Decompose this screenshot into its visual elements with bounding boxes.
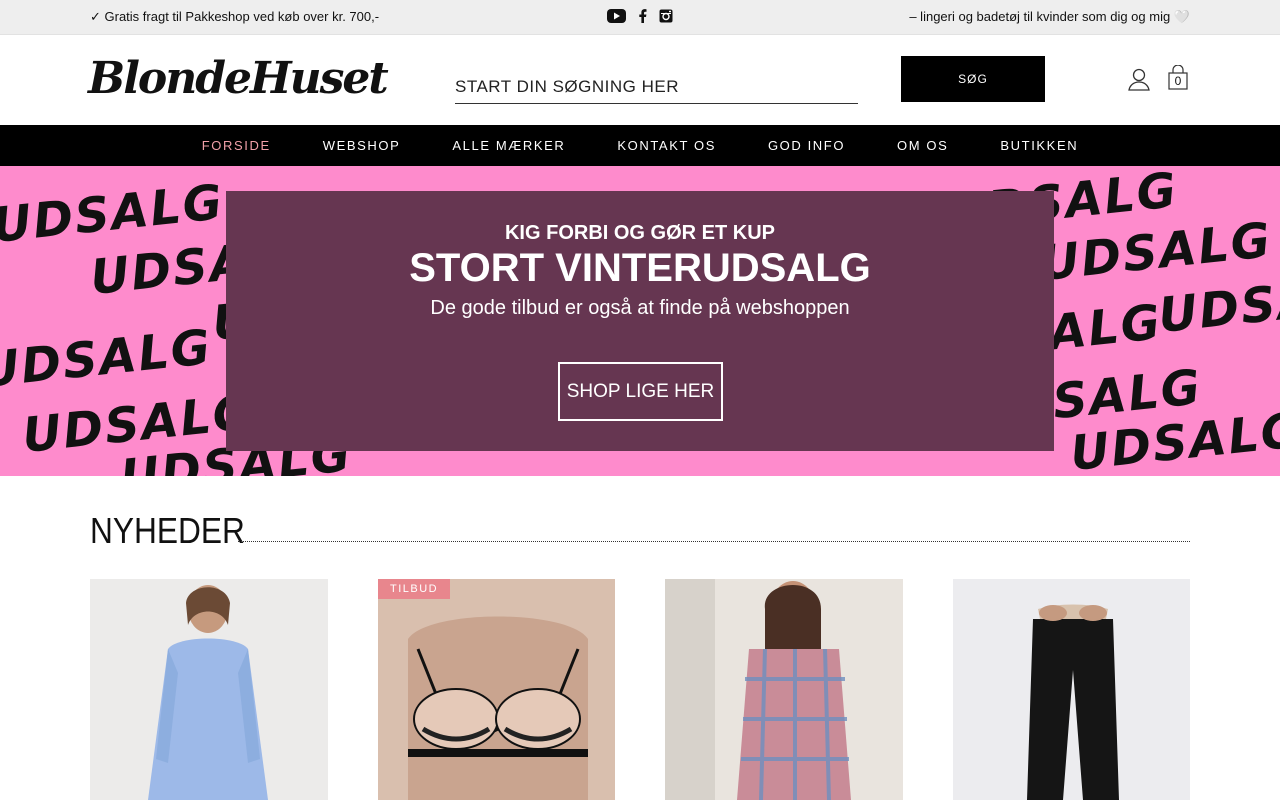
product-image: [665, 579, 903, 800]
section-divider: [238, 541, 1190, 542]
hero-eyebrow: KIG FORBI OG GØR ET KUP: [504, 222, 775, 244]
tagline-text: – lingeri og badetøj til kvinder som dig…: [909, 9, 1190, 24]
user-account-icon[interactable]: [1128, 68, 1150, 92]
product-card-pajama[interactable]: [665, 579, 903, 800]
nav-item-om-os[interactable]: OM OS: [871, 138, 974, 153]
hero-panel: KIG FORBI OG GØR ET KUP STORT VINTERUDSA…: [226, 191, 1054, 451]
nav-item-butikken[interactable]: BUTIKKEN: [974, 138, 1104, 153]
site-logo[interactable]: BlondeHuset: [88, 53, 389, 105]
hero-banner: UDSALG UDSALG UDSALG UDSALG UDSALG UDSALG UDSA…: [0, 166, 1280, 476]
announcement-bar: ✓ Gratis fragt til Pakkeshop ved køb ove…: [0, 0, 1280, 35]
product-card-bra[interactable]: TILBUD: [378, 579, 615, 800]
logo-text: BlondeHuset: [88, 53, 389, 104]
nav-item-god-info[interactable]: GOD INFO: [742, 138, 871, 153]
sale-badge: TILBUD: [378, 579, 451, 599]
product-image: [953, 579, 1190, 800]
hero-title: STORT VINTERUDSALG: [409, 246, 871, 290]
product-image: [378, 579, 615, 800]
nav-item-webshop[interactable]: WEBSHOP: [297, 138, 427, 153]
product-image: [90, 579, 328, 800]
cart-count: 0: [1174, 74, 1182, 88]
free-shipping-text: ✓ Gratis fragt til Pakkeshop ved køb ove…: [90, 9, 380, 24]
social-links: [607, 9, 673, 28]
instagram-icon[interactable]: [659, 9, 673, 28]
youtube-icon[interactable]: [607, 9, 626, 28]
product-card-nightdress[interactable]: [90, 579, 328, 800]
search-button[interactable]: SØG: [901, 56, 1045, 102]
shop-now-button[interactable]: SHOP LIGE HER: [558, 362, 723, 421]
nav-item-kontakt-os[interactable]: KONTAKT OS: [591, 138, 742, 153]
search-input[interactable]: [455, 71, 858, 104]
main-navigation: FORSIDE WEBSHOP ALLE MÆRKER KONTAKT OS GOD I…: [0, 125, 1280, 166]
section-title: NYHEDER: [90, 510, 245, 551]
nav-item-forside[interactable]: FORSIDE: [176, 138, 297, 153]
nav-item-alle-mærker[interactable]: ALLE MÆRKER: [426, 138, 591, 153]
product-card-leggings[interactable]: [953, 579, 1190, 800]
site-header: BlondeHuset SØG 0: [0, 35, 1280, 125]
hero-subtitle: De gode tilbud er også at finde på websh…: [430, 297, 850, 319]
facebook-icon[interactable]: [638, 9, 647, 28]
cart-button[interactable]: 0: [1167, 64, 1189, 91]
background-sale-word: UDSALG: [0, 319, 215, 399]
